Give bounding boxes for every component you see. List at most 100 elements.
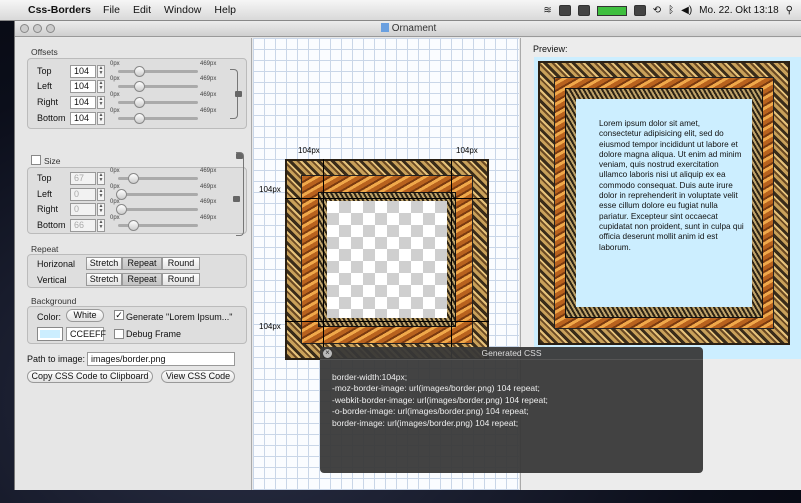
- menu-file[interactable]: File: [103, 4, 120, 16]
- frame-orange-band: [301, 175, 473, 344]
- app-menu[interactable]: Css-Borders: [28, 4, 91, 16]
- battery-icon[interactable]: [596, 5, 627, 16]
- size-top-field[interactable]: 67: [70, 171, 96, 185]
- offset-right-field[interactable]: 104: [70, 95, 96, 109]
- offset-bottom-slider[interactable]: [118, 117, 198, 120]
- background-group: Color: White ✓ Generate "Lorem Ipsum..."…: [27, 306, 247, 344]
- path-label: Path to image:: [27, 354, 86, 364]
- vertical-round-button[interactable]: Round: [162, 273, 200, 286]
- color-swatch[interactable]: [37, 327, 63, 341]
- vertical-repeat-button[interactable]: Repeat: [122, 273, 162, 286]
- dropbox-icon[interactable]: [558, 5, 571, 16]
- transparent-center: [327, 201, 447, 318]
- close-icon[interactable]: ×: [323, 349, 332, 358]
- generated-css-title: Generated CSS: [320, 347, 703, 360]
- size-top-max: 469px: [200, 168, 217, 174]
- repeat-label: Repeat: [31, 244, 59, 254]
- offset-top-slider[interactable]: [118, 70, 198, 73]
- size-bottom-min: 0px: [110, 215, 120, 221]
- generated-css-panel: × Generated CSS border-width:104px; -moz…: [320, 347, 703, 473]
- zoom-window-button[interactable]: [46, 24, 55, 33]
- title-bar: Ornament: [15, 21, 801, 37]
- menu-bar: Css-Borders File Edit Window Help ≋ ⟲ ᛒ …: [0, 0, 801, 21]
- offset-top-field[interactable]: 104: [70, 64, 96, 78]
- size-right-stepper[interactable]: ▲ ▼: [97, 202, 105, 216]
- minimize-window-button[interactable]: [33, 24, 42, 33]
- size-right-knob[interactable]: [116, 204, 127, 215]
- offset-top-max: 469px: [200, 61, 217, 67]
- guide-left[interactable]: [323, 159, 324, 360]
- guide-bottom[interactable]: [285, 321, 489, 322]
- horizontal-round-button[interactable]: Round: [162, 257, 200, 270]
- offset-left-slider[interactable]: [118, 85, 198, 88]
- preview-background: Lorem ipsum dolor sit amet, consectetur …: [534, 57, 801, 359]
- menu-window[interactable]: Window: [164, 4, 201, 16]
- offset-left-field[interactable]: 104: [70, 79, 96, 93]
- preview-orange-band: Lorem ipsum dolor sit amet, consectetur …: [554, 77, 774, 329]
- offsets-lock-icon[interactable]: [235, 91, 242, 97]
- size-bottom-max: 469px: [200, 215, 217, 221]
- size-bottom-field[interactable]: 66: [70, 218, 96, 232]
- display-icon[interactable]: [633, 5, 646, 16]
- guide-right[interactable]: [451, 159, 452, 360]
- status-area: ≋ ⟲ ᛒ ◀) Mo. 22. Okt 13:18 ⚲: [543, 0, 793, 21]
- repeat-vertical-label: Vertical: [37, 275, 67, 285]
- size-lock-inner-icon[interactable]: [233, 196, 240, 202]
- size-bottom-stepper[interactable]: ▲ ▼: [97, 218, 105, 232]
- repeat-horizontal-label: Horizonal: [37, 259, 76, 269]
- settings-sidebar: Offsets Top 104 ▲ ▼ 0px 469px Left 104 ▲ ▼…: [15, 38, 252, 490]
- offset-top-knob[interactable]: [134, 66, 145, 77]
- offset-left-max: 469px: [200, 76, 217, 82]
- offset-bottom-field[interactable]: 104: [70, 111, 96, 125]
- size-left-field[interactable]: 0: [70, 187, 96, 201]
- window-title: Ornament: [391, 23, 437, 34]
- css-code-text: border-width:104px; -moz-border-image: u…: [332, 372, 548, 428]
- frame-dark-band: [318, 192, 456, 327]
- size-left-stepper[interactable]: ▲ ▼: [97, 187, 105, 201]
- time-machine-icon[interactable]: ⟲: [653, 5, 661, 16]
- wifi-icon[interactable]: ≋: [543, 5, 551, 16]
- offset-left-stepper[interactable]: ▲ ▼: [97, 79, 105, 93]
- path-field[interactable]: images/border.png: [87, 352, 235, 366]
- vertical-stretch-button[interactable]: Stretch: [86, 273, 122, 286]
- size-bottom-knob[interactable]: [128, 220, 139, 231]
- dim-bottom-label: 104px: [259, 322, 281, 331]
- menu-edit[interactable]: Edit: [133, 4, 151, 16]
- size-right-field[interactable]: 0: [70, 202, 96, 216]
- hex-color-field[interactable]: CCEEFF: [66, 327, 106, 341]
- offset-top-stepper[interactable]: ▲ ▼: [97, 64, 105, 78]
- offset-bottom-knob[interactable]: [134, 113, 145, 124]
- horizontal-stretch-button[interactable]: Stretch: [86, 257, 122, 270]
- color-white-button[interactable]: White: [66, 309, 104, 322]
- offset-left-knob[interactable]: [134, 81, 145, 92]
- document-icon: [380, 23, 389, 32]
- clock[interactable]: Mo. 22. Okt 13:18: [699, 5, 779, 16]
- size-top-knob[interactable]: [128, 173, 139, 184]
- size-top-stepper[interactable]: ▲ ▼: [97, 171, 105, 185]
- offset-right-slider[interactable]: [118, 101, 198, 104]
- generate-lorem-checkbox[interactable]: ✓: [114, 310, 124, 320]
- color-label: Color:: [37, 312, 62, 322]
- offset-top-min: 0px: [110, 61, 120, 67]
- size-left-slider[interactable]: [118, 193, 198, 196]
- background-label: Background: [31, 296, 77, 306]
- horizontal-repeat-button[interactable]: Repeat: [122, 257, 162, 270]
- view-css-button[interactable]: View CSS Code: [161, 370, 235, 383]
- monitor-icon[interactable]: [577, 5, 590, 16]
- volume-icon[interactable]: ◀): [681, 5, 692, 16]
- guide-top[interactable]: [285, 198, 489, 199]
- debug-frame-checkbox[interactable]: [114, 329, 124, 339]
- size-right-slider[interactable]: [118, 208, 198, 211]
- size-checkbox[interactable]: [31, 155, 41, 165]
- offset-right-stepper[interactable]: ▲ ▼: [97, 95, 105, 109]
- search-icon[interactable]: ⚲: [786, 5, 793, 16]
- bluetooth-icon[interactable]: ᛒ: [668, 5, 674, 16]
- offset-right-knob[interactable]: [134, 97, 145, 108]
- copy-css-button[interactable]: Copy CSS Code to Clipboard: [27, 370, 153, 383]
- offset-bottom-stepper[interactable]: ▲ ▼: [97, 111, 105, 125]
- offsets-group: Top 104 ▲ ▼ 0px 469px Left 104 ▲ ▼ 0px 469…: [27, 58, 247, 129]
- size-top-min: 0px: [110, 168, 120, 174]
- menu-help[interactable]: Help: [214, 4, 236, 16]
- close-window-button[interactable]: [20, 24, 29, 33]
- preview-frame: Lorem ipsum dolor sit amet, consectetur …: [538, 61, 790, 345]
